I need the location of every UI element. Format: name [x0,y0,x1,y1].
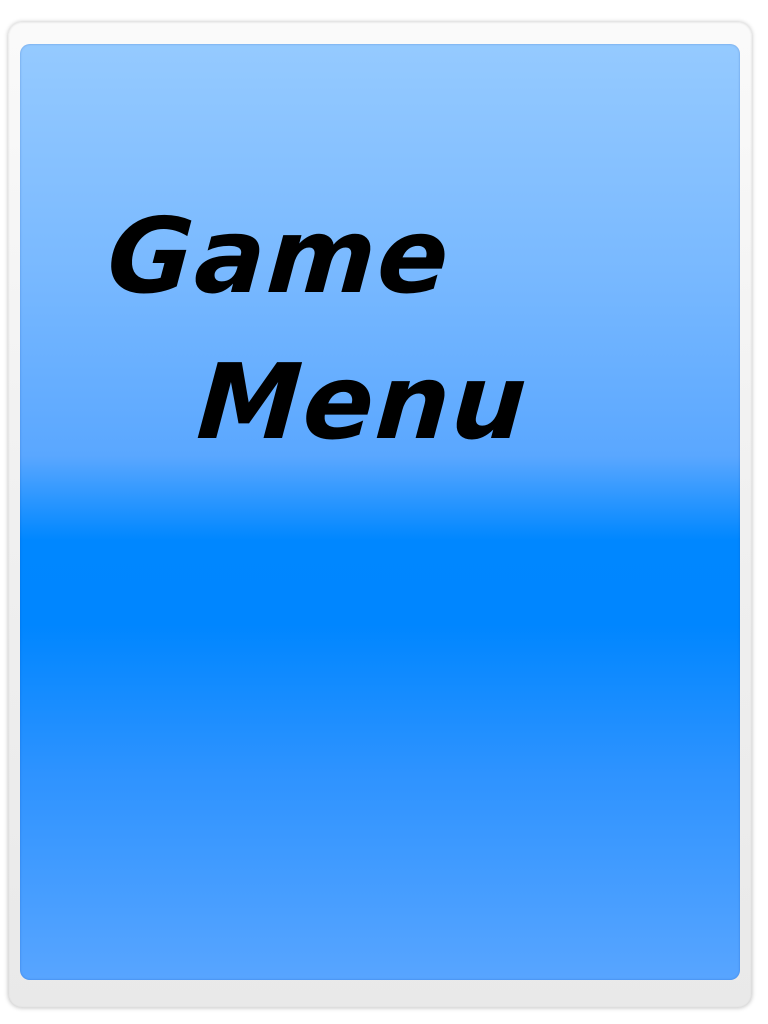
menu-title-line-1: Game [103,195,455,317]
menu-title-line-2: Menu [193,341,533,463]
menu-panel: Game Menu [20,44,740,980]
